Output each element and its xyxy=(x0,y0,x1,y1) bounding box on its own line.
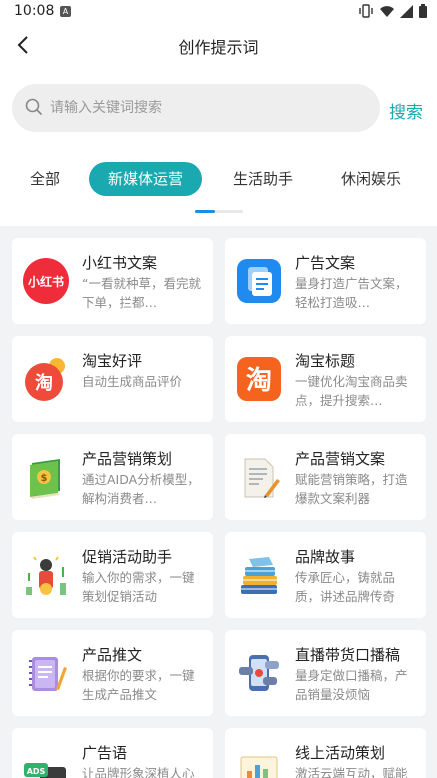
card-title: 淘宝标题 xyxy=(295,352,356,370)
prompt-card[interactable]: $ 产品营销策划 通过AIDA分析模型，解构消费者… xyxy=(12,434,213,520)
prompt-card[interactable]: 小红书 小红书文案 “一看就种草，看完就下单，拦都… xyxy=(12,238,213,324)
prompt-card[interactable]: 品牌故事 传承匠心，铸就品质，讲述品牌传奇 xyxy=(225,532,426,618)
card-title: 产品营销策划 xyxy=(82,450,173,468)
card-desc: 让品牌形象深植人心 xyxy=(82,766,195,778)
card-title: 品牌故事 xyxy=(295,548,356,566)
prompt-card[interactable]: ADS 广告语 让品牌形象深植人心 xyxy=(12,728,213,778)
ads-icon-text: ADS xyxy=(27,767,46,776)
search-input[interactable] xyxy=(50,84,370,132)
card-desc: 自动生成商品评价 xyxy=(82,374,183,389)
card-desc: “一看就种草，看完就下单，拦都… xyxy=(82,276,201,310)
taobao-review-icon: 淘 xyxy=(22,355,70,403)
card-desc: 量身打造广告文案，轻松打造吸… xyxy=(295,276,408,310)
notebook-pen-icon xyxy=(22,649,70,697)
search-box[interactable] xyxy=(12,84,380,132)
document-stack-icon xyxy=(235,257,283,305)
xiaohongshu-icon-text: 小红书 xyxy=(28,274,64,289)
wifi-icon xyxy=(380,6,394,17)
notification-icon: A xyxy=(60,6,71,17)
card-title: 广告语 xyxy=(82,744,128,762)
prompt-card[interactable]: 促销活动助手 输入你的需求，一键策划促销活动 xyxy=(12,532,213,618)
prompt-card[interactable]: 产品营销文案 赋能营销策略，打造爆款文案利器 xyxy=(225,434,426,520)
signal-icon xyxy=(400,5,413,18)
chart-board-icon xyxy=(235,747,283,778)
card-desc: 通过AIDA分析模型，解构消费者… xyxy=(82,472,200,506)
card-desc: 根据你的要求，一键生成产品推文 xyxy=(82,668,195,702)
card-desc: 量身定做口播稿，产品销量没烦恼 xyxy=(295,668,408,702)
tab-scroll-indicator xyxy=(195,210,243,213)
taobao-review-icon-text: 淘 xyxy=(35,372,53,394)
nav-bar: 创作提示词 xyxy=(0,24,437,66)
card-title: 产品推文 xyxy=(82,646,143,664)
status-time: 10:08 xyxy=(14,3,55,19)
vibrate-icon xyxy=(359,4,373,18)
ads-icon: ADS xyxy=(22,747,70,778)
card-title: 广告文案 xyxy=(295,254,356,272)
xiaohongshu-icon: 小红书 xyxy=(22,257,70,305)
card-desc: 输入你的需求，一键策划促销活动 xyxy=(82,570,195,604)
tab-all[interactable]: 全部 xyxy=(14,162,76,196)
prompt-card[interactable]: 直播带货口播稿 量身定做口播稿，产品销量没烦恼 xyxy=(225,630,426,716)
card-title: 产品营销文案 xyxy=(295,450,386,468)
card-title: 直播带货口播稿 xyxy=(295,646,401,664)
search-section: 搜索 xyxy=(0,66,437,150)
search-button[interactable]: 搜索 xyxy=(389,98,423,123)
pen-paper-icon xyxy=(235,453,283,501)
card-title: 促销活动助手 xyxy=(82,548,173,566)
card-desc: 一键优化淘宝商品卖点，提升搜索… xyxy=(295,374,408,408)
card-title: 线上活动策划 xyxy=(295,744,386,762)
status-bar: 10:08 A xyxy=(0,0,437,24)
page-title: 创作提示词 xyxy=(178,38,259,57)
tab-life-assistant[interactable]: 生活助手 xyxy=(220,162,306,196)
tab-new-media[interactable]: 新媒体运营 xyxy=(89,162,202,196)
prompt-card[interactable]: 淘 淘宝好评 自动生成商品评价 xyxy=(12,336,213,422)
battery-icon xyxy=(419,4,427,18)
svg-text:$: $ xyxy=(41,473,48,484)
taobao-title-icon-text: 淘 xyxy=(246,366,272,396)
prompt-grid: 小红书 小红书文案 “一看就种草，看完就下单，拦都… 广告文案 量身打造广告文案… xyxy=(0,226,437,778)
prompt-card[interactable]: 产品推文 根据你的要求，一键生成产品推文 xyxy=(12,630,213,716)
promotion-icon xyxy=(22,551,70,599)
book-stack-icon xyxy=(235,551,283,599)
prompt-card[interactable]: 广告文案 量身打造广告文案，轻松打造吸… xyxy=(225,238,426,324)
money-book-icon: $ xyxy=(22,453,70,501)
live-phone-icon xyxy=(235,649,283,697)
taobao-title-icon: 淘 xyxy=(235,355,283,403)
category-tabs: 全部 新媒体运营 生活助手 休闲娱乐 xyxy=(0,150,437,226)
card-title: 淘宝好评 xyxy=(82,352,143,370)
card-title: 小红书文案 xyxy=(82,254,158,272)
search-icon xyxy=(25,98,43,116)
tab-leisure[interactable]: 休闲娱乐 xyxy=(327,162,415,196)
card-desc: 激活云端互动，赋能品牌增长 xyxy=(295,766,408,778)
prompt-card[interactable]: 线上活动策划 激活云端互动，赋能品牌增长 xyxy=(225,728,426,778)
prompt-card[interactable]: 淘 淘宝标题 一键优化淘宝商品卖点，提升搜索… xyxy=(225,336,426,422)
card-desc: 赋能营销策略，打造爆款文案利器 xyxy=(295,472,408,506)
card-desc: 传承匠心，铸就品质，讲述品牌传奇 xyxy=(295,570,396,604)
status-icons xyxy=(358,4,427,18)
